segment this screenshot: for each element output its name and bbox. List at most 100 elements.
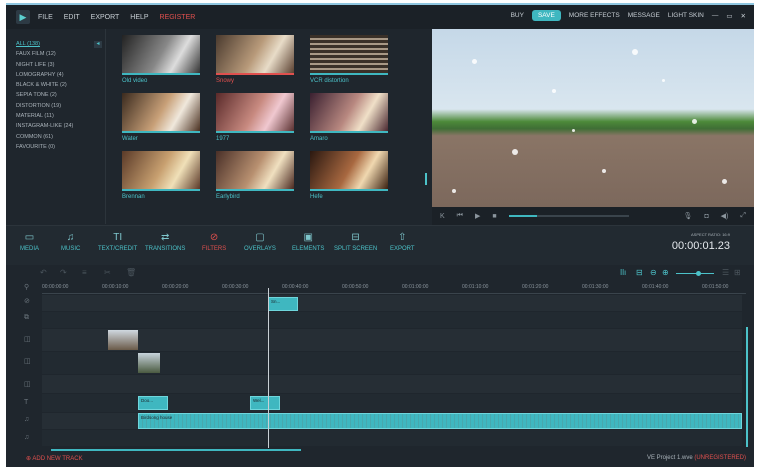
video-track[interactable] [42,375,742,393]
ruler-tick: 00:00:30:00 [222,284,249,290]
mic-icon[interactable]: 🎙 [684,212,693,220]
video-track[interactable] [42,329,742,351]
filter-track[interactable] [42,295,742,311]
filter-tile[interactable]: Snowy [216,35,294,87]
category-item[interactable]: MATERIAL (11) [16,111,105,121]
fit-icon[interactable]: ⊟ [636,268,643,277]
skip-back-icon[interactable]: K [440,213,445,220]
add-track-button[interactable]: ⊕ ADD NEW TRACK [26,455,83,462]
menu-file[interactable]: FILE [38,14,53,21]
filter-tile[interactable]: 1977 [216,93,294,145]
aspect-ratio-label: ASPECT RATIO: 16:9 [691,232,730,237]
minimize-icon[interactable]: — [712,12,719,19]
save-button[interactable]: SAVE [531,10,561,21]
timeline-ruler[interactable]: ⚲ 00:00:00:00 00:00:10:00 00:00:20:00 00… [6,281,754,295]
link-icon[interactable]: ⚲ [24,283,29,291]
undo-icon[interactable]: ↶ [40,268,47,277]
filter-tile[interactable]: Water [122,93,200,145]
filter-scrollbar[interactable] [425,173,427,185]
audio-clip[interactable]: Birdsong house [138,413,742,429]
text-clip[interactable]: Wel... [250,396,280,410]
clip-label: Doo... [141,398,154,403]
tool-elements[interactable]: ▣ ELEMENTS [292,232,324,252]
list-view-icon[interactable]: ☰ [722,268,729,277]
camera-icon[interactable]: ◘ [704,213,708,220]
more-effects-button[interactable]: MORE EFFECTS [569,12,620,19]
filter-tile[interactable]: VCR distortion [310,35,388,87]
collapse-panel-icon[interactable]: ◂ [94,41,102,48]
filter-tile[interactable]: Old video [122,35,200,87]
timeline-toolbar: ↶ ↷ ≡ ✂ 🗑 Ilı ⊟ ⊖ ⊕ ☰ ⊞ [6,265,754,281]
menu-register[interactable]: REGISTER [160,14,196,21]
filter-tile[interactable]: Amaro [310,93,388,145]
category-item[interactable]: DISTORTION (19) [16,101,105,111]
filter-clip[interactable]: Sn... [268,297,298,311]
category-item[interactable]: BLACK & WHITE (2) [16,80,105,90]
tool-label: MEDIA [20,246,40,252]
tool-media[interactable]: ▭ MEDIA [20,232,39,252]
export-icon: ⇧ [398,232,407,243]
category-item[interactable]: INSTAGRAM-LIKE (24) [16,121,105,131]
adjust-icon[interactable]: ≡ [82,268,87,277]
light-skin-button[interactable]: LIGHT SKIN [668,12,704,19]
zoom-in-icon[interactable]: ⊕ [662,268,669,277]
playhead[interactable] [268,288,269,448]
redo-icon[interactable]: ↷ [60,268,67,277]
tool-export[interactable]: ⇧ EXPORT [390,232,415,252]
playback-slider[interactable] [508,215,629,217]
grid-view-icon[interactable]: ⊞ [734,268,741,277]
delete-icon[interactable]: 🗑 [126,268,136,277]
timeline-tracks: ⊘ ⧉ ◫ ◫ ◫ T ♫ ♫ Sn... Doo... Wel... Bird… [6,295,748,447]
volume-icon[interactable]: ◀) [721,212,729,220]
category-item[interactable]: NIGHT LIFE (3) [16,60,105,70]
category-item[interactable]: SEPIA TONE (2) [16,90,105,100]
split-screen-icon: ⊟ [351,232,360,243]
message-button[interactable]: MESSAGE [628,12,660,19]
ruler-tick: 00:00:20:00 [162,284,189,290]
tool-music[interactable]: ♫ MUSIC [61,232,80,252]
fullscreen-icon[interactable]: ⤢ [740,212,746,220]
timeline-horizontal-scrollbar[interactable] [51,449,301,451]
close-icon[interactable]: ✕ [741,12,746,20]
audio-mix-icon[interactable]: Ilı [620,268,626,277]
buy-button[interactable]: BUY [511,12,524,19]
cut-icon[interactable]: ✂ [104,268,111,277]
zoom-out-icon[interactable]: ⊖ [650,268,657,277]
category-item[interactable]: FAUX FILM (12) [16,49,105,59]
text-track-icon: T [24,399,29,406]
zoom-slider[interactable] [676,271,714,276]
app-logo-icon: ▶ [16,10,30,24]
tool-split-screen[interactable]: ⊟ SPLIT SCREEN [334,232,377,252]
menu-help[interactable]: HELP [130,14,148,21]
category-item[interactable]: FAVOURITE (0) [16,142,105,152]
video-clip[interactable] [138,353,160,373]
tool-filters[interactable]: ⊘ FILTERS [202,232,226,252]
step-icon[interactable]: ⏮ [457,212,463,220]
video-clip[interactable] [108,330,138,350]
filter-categories: ◂ ALL (138) FAUX FILM (12) NIGHT LIFE (3… [6,29,106,224]
stop-icon[interactable]: ■ [492,213,496,220]
maximize-icon[interactable]: ▭ [726,12,732,20]
tool-transitions[interactable]: ⇄ TRANSITIONS [145,232,185,252]
aspect-ratio: ASPECT RATIO: 16:9 00:00:01.23 [672,232,730,252]
menu-export[interactable]: EXPORT [91,14,120,21]
ruler-tick: 00:01:30:00 [582,284,609,290]
filter-tile[interactable]: Hefe [310,151,388,203]
category-all[interactable]: ALL (138) [16,39,105,49]
tool-overlays[interactable]: ▢ OVERLAYS [244,232,276,252]
text-clip[interactable]: Doo... [138,396,168,410]
filter-tile[interactable]: Earlybird [216,151,294,203]
tool-label: TEXT/CREDIT [98,246,138,252]
overlay-track[interactable] [42,312,742,328]
menu-edit[interactable]: EDIT [64,14,80,21]
category-item[interactable]: COMMON (61) [16,132,105,142]
transitions-icon: ⇄ [160,232,170,243]
music-track[interactable] [42,430,742,446]
category-item[interactable]: LOMOGRAPHY (4) [16,70,105,80]
clip-label: Wel... [253,398,265,403]
add-icon: ⊕ [26,456,32,462]
filter-tile[interactable]: Brennan [122,151,200,203]
play-icon[interactable]: ▶ [475,212,480,220]
tool-text-credit[interactable]: TI TEXT/CREDIT [98,232,137,252]
timeline-vertical-scrollbar[interactable] [746,327,748,447]
